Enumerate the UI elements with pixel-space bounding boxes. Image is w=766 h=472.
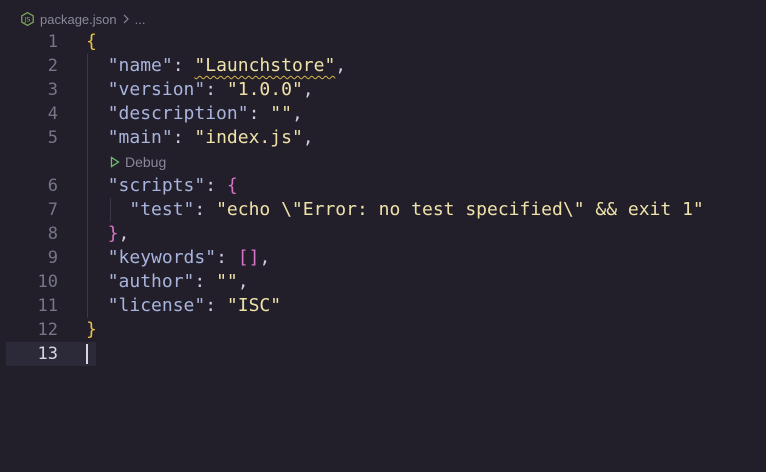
play-icon <box>110 156 120 168</box>
code-token: { <box>86 31 97 52</box>
code-token: , <box>118 223 130 244</box>
code-token: "" <box>216 271 238 292</box>
line-number: 9 <box>47 248 58 268</box>
code-token: "keywords" <box>107 247 217 268</box>
code-token: "1.0.0" <box>226 79 303 100</box>
code-line[interactable]: 6 "scripts": { <box>0 174 766 198</box>
code-token: : <box>205 295 227 316</box>
code-token: : <box>194 271 217 292</box>
code-line[interactable]: 10 "author": "", <box>0 270 766 294</box>
line-number: 3 <box>47 80 58 100</box>
code-token: , <box>302 79 314 100</box>
code-token: : <box>194 199 217 220</box>
code-line[interactable]: 8 }, <box>0 222 766 246</box>
code-token: } <box>107 223 119 244</box>
indent-guide <box>110 198 111 222</box>
line-content[interactable]: { <box>86 30 97 54</box>
code-token: "" <box>270 103 292 124</box>
code-token: "license" <box>107 295 206 316</box>
line-content[interactable]: }, <box>86 222 130 246</box>
code-token: : <box>172 55 195 76</box>
line-number: 11 <box>37 296 58 316</box>
code-token: "index.js" <box>194 127 303 148</box>
code-line[interactable]: 5 "main": "index.js", <box>0 126 766 150</box>
breadcrumb-file[interactable]: package.json <box>40 12 117 27</box>
line-content[interactable]: "description": "", <box>86 102 303 126</box>
text-cursor <box>86 344 88 364</box>
indent-guide <box>87 54 88 318</box>
line-number: 4 <box>47 104 58 124</box>
code-line[interactable]: 11 "license": "ISC" <box>0 294 766 318</box>
code-token: "main" <box>107 127 173 148</box>
code-token: { <box>226 175 238 196</box>
code-token: "author" <box>107 271 195 292</box>
code-token: "scripts" <box>107 175 206 196</box>
line-number: 13 <box>37 344 58 364</box>
line-number: 8 <box>47 224 58 244</box>
code-token: : <box>216 247 238 268</box>
code-token: : <box>248 103 271 124</box>
line-number: 6 <box>47 176 58 196</box>
code-token: "ISC" <box>226 295 282 316</box>
code-token: "version" <box>107 79 206 100</box>
code-token: "test" <box>129 199 195 220</box>
code-token: "Launchstore" <box>194 55 336 76</box>
code-token: : <box>205 175 227 196</box>
code-token: "name" <box>107 55 173 76</box>
code-line[interactable]: 2 "name": "Launchstore", <box>0 54 766 78</box>
code-token: , <box>291 103 303 124</box>
code-line[interactable]: 4 "description": "", <box>0 102 766 126</box>
line-content[interactable]: "scripts": { <box>86 174 238 198</box>
code-token: [] <box>237 247 260 268</box>
line-content[interactable]: "test": "echo \"Error: no test specified… <box>86 198 704 222</box>
line-content[interactable]: } <box>86 318 97 342</box>
debug-label: Debug <box>125 154 167 170</box>
code-line[interactable]: 9 "keywords": [], <box>0 246 766 270</box>
code-token: , <box>259 247 271 268</box>
line-number: 5 <box>47 128 58 148</box>
code-token: , <box>237 271 249 292</box>
code-line[interactable]: 13 <box>0 342 766 366</box>
debug-codelens[interactable]: Debug <box>110 150 166 174</box>
code-line[interactable]: 7 "test": "echo \"Error: no test specifi… <box>0 198 766 222</box>
line-content[interactable]: "keywords": [], <box>86 246 271 270</box>
code-token: , <box>302 127 314 148</box>
code-token: } <box>86 319 97 340</box>
codelens-row: Debug <box>0 150 766 174</box>
code-lines[interactable]: 1{2 "name": "Launchstore", 3 "version": "… <box>0 30 766 366</box>
svg-text:JS: JS <box>23 16 30 24</box>
code-line[interactable]: 1{ <box>0 30 766 54</box>
line-number: 2 <box>47 56 58 76</box>
breadcrumb-more[interactable]: ... <box>135 12 146 27</box>
line-number: 10 <box>37 272 58 292</box>
code-line[interactable]: 12} <box>0 318 766 342</box>
line-content[interactable]: "name": "Launchstore", <box>86 54 346 78</box>
code-token: "echo \"Error: no test specified\" && ex… <box>216 199 704 220</box>
line-number: 12 <box>37 320 58 340</box>
code-token: , <box>335 55 347 76</box>
code-editor[interactable]: JS package.json ... 1{2 "name": "Launchs… <box>0 0 766 472</box>
code-token: : <box>205 79 227 100</box>
code-token: : <box>172 127 195 148</box>
nodejs-icon: JS <box>20 12 34 26</box>
chevron-right-icon <box>122 14 130 24</box>
line-content[interactable]: "version": "1.0.0", <box>86 78 314 102</box>
line-number: 7 <box>47 200 58 220</box>
code-token: "description" <box>107 103 249 124</box>
line-number: 1 <box>47 32 58 52</box>
line-content[interactable]: "author": "", <box>86 270 249 294</box>
line-content[interactable]: "license": "ISC" <box>86 294 281 318</box>
line-content[interactable]: "main": "index.js", <box>86 126 314 150</box>
code-line[interactable]: 3 "version": "1.0.0", <box>0 78 766 102</box>
